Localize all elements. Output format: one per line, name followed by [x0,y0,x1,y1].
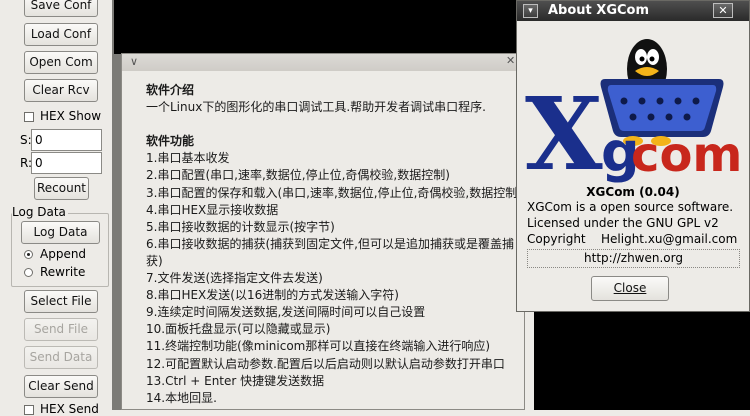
chevron-down-icon[interactable]: ∨ [130,55,138,68]
rewrite-radio[interactable] [24,268,33,277]
info-line: 2.串口配置(串口,速率,数据位,停止位,奇偶校验,数据控制) [146,168,450,183]
append-label: Append [40,247,87,261]
hex-show-checkbox[interactable] [24,112,34,122]
hex-show-label: HEX Show [40,109,102,123]
clear-rcv-button[interactable]: Clear Rcv [24,79,98,102]
control-panel: Save Conf Load Conf Open Com Clear Rcv H… [0,0,110,416]
info-line: 7.文件发送(选择指定文件去发送) [146,271,323,286]
receive-terminal[interactable] [112,0,520,54]
close-icon[interactable]: ✕ [713,3,733,18]
info-line [146,116,521,133]
info-line: 1.串口基本收发 [146,151,230,166]
info-line: 3.串口配置的保存和载入(串口,速率,数据位,停止位,奇偶校验,数据控制) [146,185,522,200]
log-data-group-label: Log Data [12,205,68,219]
copyright-email: Helight.xu@gmail.com [601,232,738,246]
info-line: 13.Ctrl + Enter 快捷键发送数据 [146,373,325,388]
info-window-titlebar[interactable]: ∨ ✕ [122,54,524,71]
recount-button[interactable]: Recount [34,177,89,200]
info-window: ∨ ✕ 软件介绍一个Linux下的图形化的串口调试工具.帮助开发者调试串口程序.… [121,53,525,410]
clear-send-button[interactable]: Clear Send [24,375,98,398]
terminal-border [112,54,121,410]
info-line: 8.串口HEX发送(以16进制的方式发送输入字符) [146,288,399,303]
hex-send-checkbox[interactable] [24,405,34,415]
terminal-area[interactable] [534,300,750,410]
logo-letter-x: X [525,75,603,183]
app-name: XGCom (0.04) [586,185,680,199]
info-text: 软件介绍一个Linux下的图形化的串口调试工具.帮助开发者调试串口程序. 软件功能… [146,82,522,407]
info-line: 6.串口接收数据的捕获(捕获到固定文件,但可以是追加捕获或是覆盖捕 [146,236,514,251]
hex-send-label: HEX Send [40,402,99,416]
info-line: 获) [146,253,163,268]
xgcom-logo: X g com [525,39,742,183]
select-file-button[interactable]: Select File [24,290,98,313]
info-line: 14.本地回显. [146,390,217,405]
info-line: 5.串口接收数据的计数显示(按字节) [146,219,335,234]
close-icon[interactable]: ✕ [506,54,515,67]
license-text: Licensed under the GNU GPL v2 [527,216,719,230]
log-data-button[interactable]: Log Data [21,221,100,244]
info-line: 软件介绍 [146,83,195,97]
load-conf-button[interactable]: Load Conf [24,23,98,46]
app-description: XGCom is a open source software. [527,200,734,214]
close-button[interactable]: Close [591,276,669,301]
save-conf-button[interactable]: Save Conf [24,0,98,17]
send-data-button[interactable]: Send Data [24,346,98,369]
info-line: 11.终端控制功能(像minicom那样可以直接在终端输入进行响应) [146,339,491,354]
info-line: 12.可配置默认启动参数.配置后以后启动则以默认启动参数打开串口 [146,356,505,371]
copyright-label: Copyright [527,232,586,246]
about-dialog: ▾ About XGCom ✕ X g com XGCom (0.04) XGC… [516,0,750,312]
about-titlebar[interactable]: ▾ About XGCom ✕ [517,1,749,21]
sent-count-field[interactable]: 0 [31,129,102,151]
received-count-field[interactable]: 0 [31,152,102,174]
open-com-button[interactable]: Open Com [24,51,98,74]
info-line: 4.串口HEX显示接收数据 [146,202,279,217]
send-file-button[interactable]: Send File [24,318,98,341]
website-link[interactable]: http://zhwen.org [527,249,740,268]
info-line: 10.面板托盘显示(可以隐藏或显示) [146,322,331,337]
info-line: 一个Linux下的图形化的串口调试工具.帮助开发者调试串口程序. [146,100,486,115]
rewrite-label: Rewrite [40,265,86,279]
info-line: 9.连续定时间隔发送数据,发送间隔时间可以自己设置 [146,305,426,320]
append-radio[interactable] [24,250,33,259]
window-menu-icon[interactable]: ▾ [523,4,538,18]
info-line: 软件功能 [146,134,195,149]
logo-letters-com: com [631,127,742,183]
s-label: S: [20,133,32,147]
about-title: About XGCom [548,3,650,18]
